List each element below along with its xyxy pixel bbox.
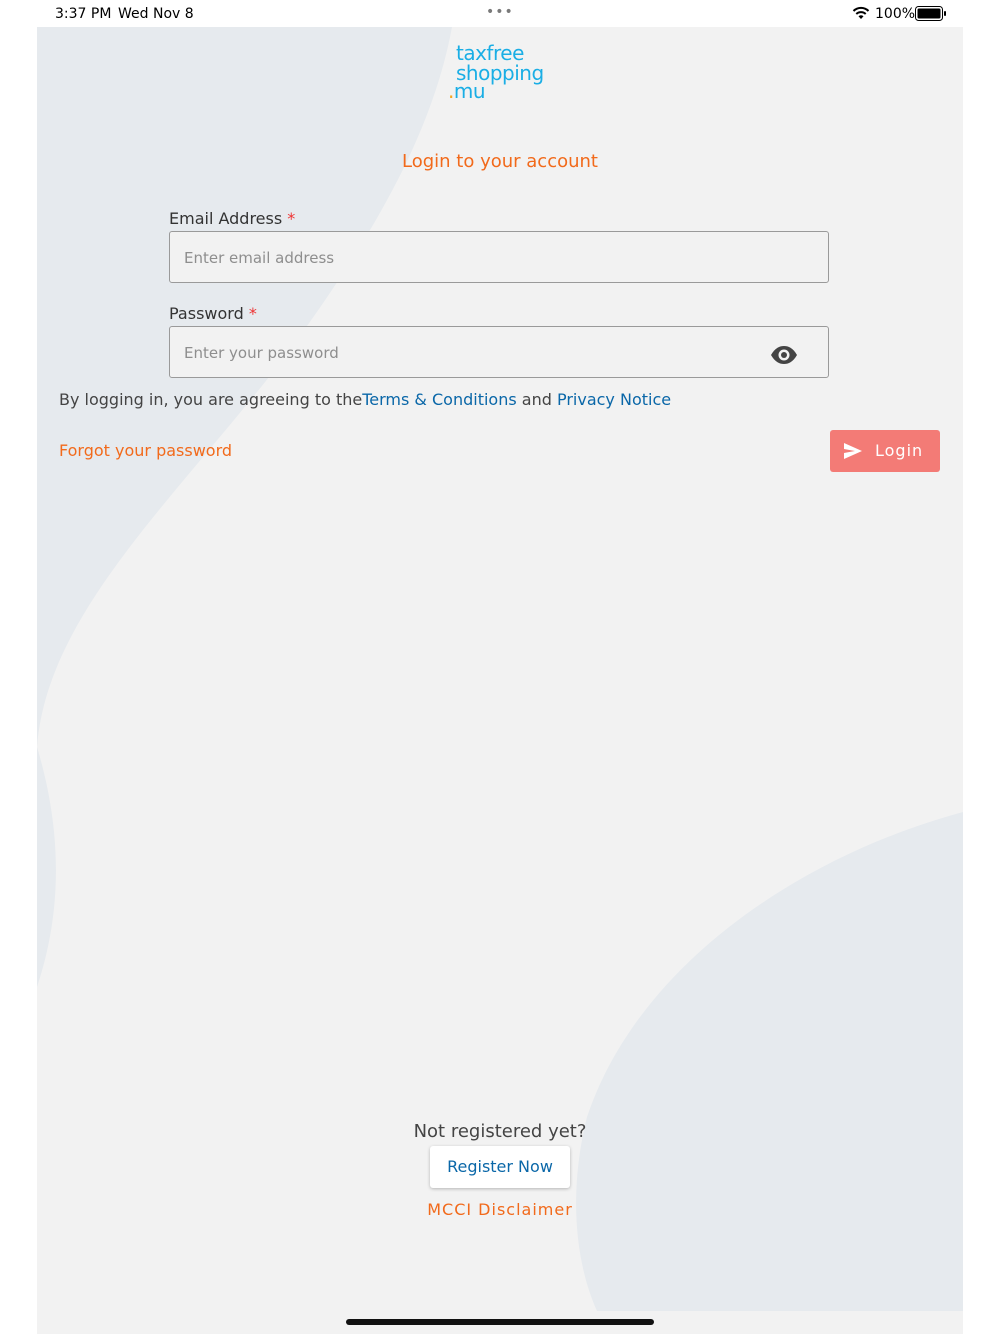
login-button[interactable]: Login [830, 430, 940, 472]
terms-and: and [516, 390, 557, 409]
not-registered-text: Not registered yet? [413, 1121, 587, 1142]
email-field[interactable] [169, 231, 829, 284]
terms-conditions-link[interactable]: Terms & Conditions [362, 390, 516, 409]
taxfree-shopping-logo: taxfree shopping .mu [448, 43, 558, 104]
eye-icon[interactable] [770, 345, 798, 365]
multitasking-dots[interactable]: ••• [486, 4, 514, 20]
logo-mu: mu [453, 79, 486, 103]
terms-notice: By logging in, you are agreeing to theTe… [59, 390, 671, 409]
email-label: Email Address * [169, 209, 295, 228]
mcci-disclaimer-link[interactable]: MCCI Disclaimer [0, 1200, 1000, 1219]
status-time: 3:37 PM [55, 6, 112, 22]
login-button-label: Login [875, 441, 924, 460]
battery-icon [915, 6, 947, 25]
email-label-text: Email Address [169, 209, 283, 228]
status-bar: 3:37 PM Wed Nov 8 ••• 100% [0, 0, 1000, 27]
privacy-notice-link[interactable]: Privacy Notice [557, 390, 671, 409]
wifi-icon [852, 6, 870, 24]
battery-percentage: 100% [875, 6, 916, 22]
register-now-button[interactable]: Register Now [430, 1146, 570, 1188]
home-indicator[interactable] [346, 1319, 654, 1325]
status-date: Wed Nov 8 [118, 6, 194, 22]
password-field[interactable] [169, 326, 829, 379]
password-input[interactable] [182, 327, 746, 379]
password-label-text: Password [169, 304, 244, 323]
login-screen: 3:37 PM Wed Nov 8 ••• 100% taxfree shopp… [0, 0, 1000, 1334]
terms-prefix: By logging in, you are agreeing to the [59, 390, 363, 409]
forgot-password-link[interactable]: Forgot your password [59, 441, 232, 460]
page-title: Login to your account [402, 151, 598, 172]
send-icon [844, 443, 862, 459]
required-asterisk: * [248, 304, 257, 323]
logo-line-3: .mu [448, 79, 486, 103]
required-asterisk: * [287, 209, 296, 228]
password-label: Password * [169, 304, 257, 323]
email-input[interactable] [182, 232, 746, 284]
